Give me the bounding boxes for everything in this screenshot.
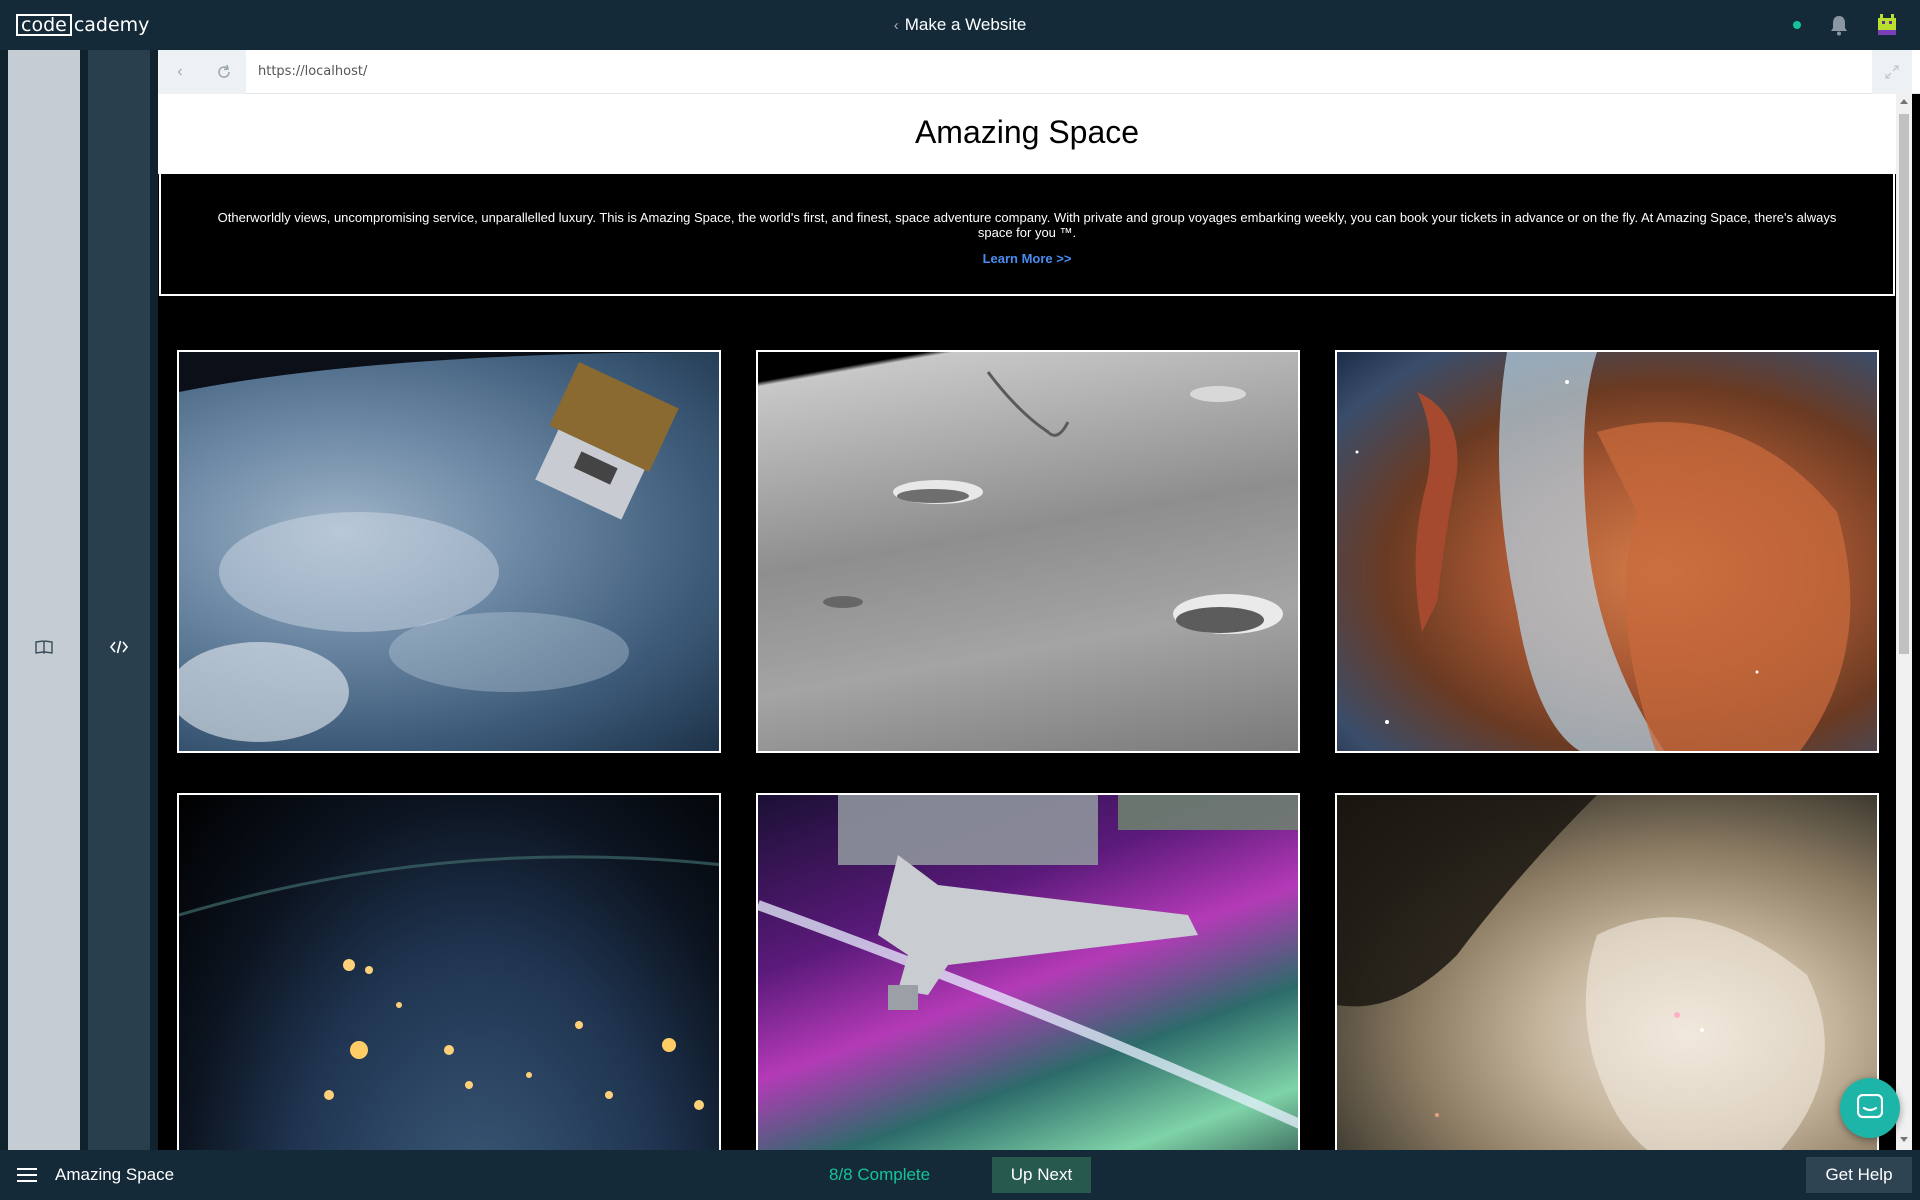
- logo-code-box: code: [16, 14, 72, 36]
- aurora-arm-art: [758, 795, 1298, 1129]
- site-title: Amazing Space: [914, 114, 1140, 150]
- browser-back-button[interactable]: ‹: [158, 50, 202, 94]
- site-preview[interactable]: Amazing Space Otherworldly views, uncomp…: [158, 94, 1908, 1150]
- chat-icon: [1857, 1094, 1883, 1119]
- orion-nebula-art: [1337, 795, 1825, 1150]
- earth-night-art: [179, 855, 719, 1110]
- hamburger-menu-icon[interactable]: [17, 1168, 37, 1182]
- bottom-bar: Amazing Space 8/8 Complete Up Next Get H…: [0, 1150, 1920, 1200]
- gallery-image-orion-nebula[interactable]: [1335, 793, 1879, 1150]
- up-next-button[interactable]: Up Next: [992, 1157, 1091, 1193]
- online-status-dot: [1793, 21, 1801, 29]
- avatar-icon[interactable]: [1876, 12, 1898, 36]
- preview-browser: ‹ https://localhost/ Amazing Space Other…: [158, 50, 1920, 1150]
- browser-url[interactable]: https://localhost/: [258, 64, 367, 79]
- gallery-image-earth-orbit[interactable]: [177, 350, 721, 753]
- logo-cademy: cademy: [73, 14, 150, 36]
- course-title[interactable]: Make a Website: [905, 15, 1027, 34]
- hero-banner: Otherworldly views, uncompromising servi…: [159, 174, 1895, 296]
- get-help-button[interactable]: Get Help: [1806, 1157, 1912, 1193]
- scrollbar-thumb[interactable]: [1899, 114, 1909, 654]
- project-name: Amazing Space: [55, 1165, 175, 1184]
- code-icon[interactable]: [109, 637, 129, 657]
- support-chat-button[interactable]: [1840, 1078, 1900, 1138]
- book-icon[interactable]: [34, 637, 54, 657]
- browser-reload-button[interactable]: [202, 50, 246, 94]
- scroll-up-arrow-icon[interactable]: [1900, 99, 1908, 104]
- earth-orbit-art: [179, 352, 719, 742]
- learn-panel-rail[interactable]: [8, 50, 80, 1150]
- browser-expand-button[interactable]: [1872, 50, 1912, 94]
- moon-surface-art: [823, 371, 1283, 634]
- gallery-image-moon-surface[interactable]: [756, 350, 1300, 753]
- progress-status: 8/8 Complete: [829, 1165, 931, 1184]
- scroll-down-arrow-icon[interactable]: [1900, 1137, 1908, 1142]
- nebula-art: [1355, 352, 1851, 751]
- back-chevron-icon[interactable]: ‹: [894, 17, 899, 34]
- gallery-image-aurora-arm[interactable]: [756, 793, 1300, 1150]
- course-title-area: ‹ Make a Website: [0, 15, 1920, 35]
- gallery-image-nebula[interactable]: [1335, 350, 1879, 753]
- preview-scrollbar[interactable]: [1896, 94, 1912, 1150]
- gallery-image-earth-night[interactable]: [177, 793, 721, 1150]
- learn-more-link[interactable]: Learn More >>: [983, 251, 1072, 266]
- site-header: Amazing Space: [158, 94, 1896, 174]
- expand-icon: [1885, 65, 1899, 79]
- bell-icon[interactable]: [1829, 14, 1849, 36]
- codecademy-logo[interactable]: code cademy: [16, 14, 149, 36]
- hero-text: Otherworldly views, uncompromising servi…: [217, 210, 1837, 240]
- browser-url-bar: ‹ https://localhost/: [158, 50, 1920, 94]
- code-panel-rail[interactable]: [88, 50, 150, 1150]
- top-bar: code cademy ‹ Make a Website: [0, 0, 1920, 50]
- reload-icon: [218, 64, 230, 78]
